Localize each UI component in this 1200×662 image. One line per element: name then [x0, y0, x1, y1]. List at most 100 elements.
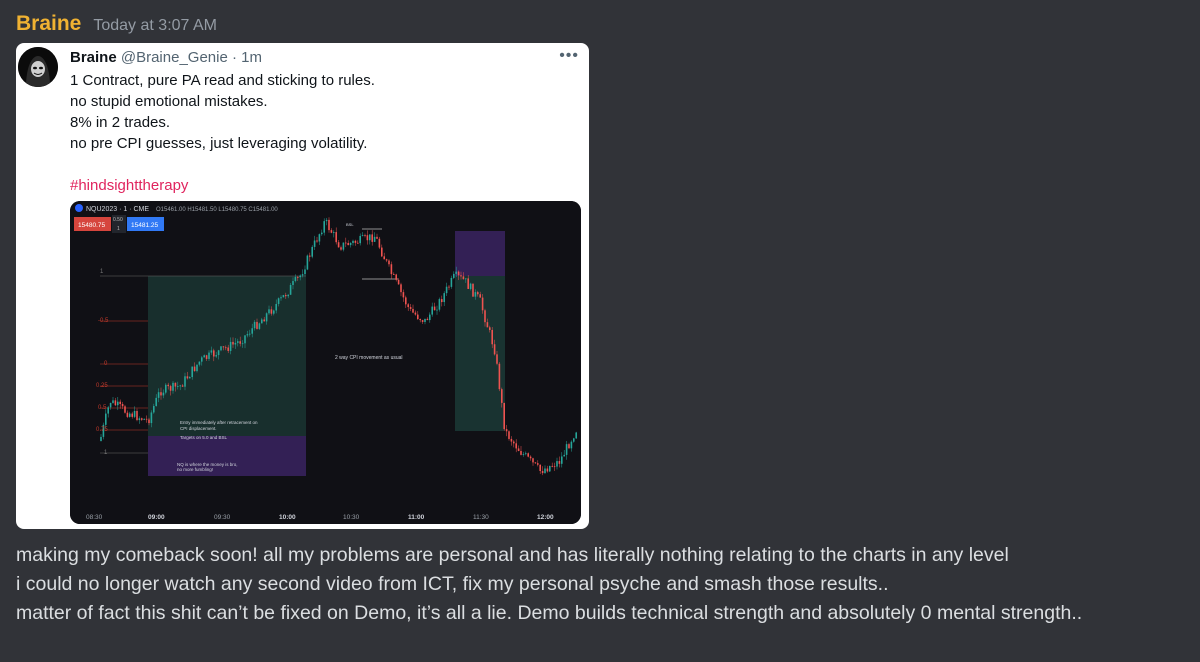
candle-body	[220, 346, 222, 351]
candle-body	[321, 232, 323, 235]
buy-price: 15481.25	[131, 222, 158, 229]
short-stop-zone	[455, 231, 505, 276]
candle-body	[575, 432, 577, 439]
candle-body	[352, 240, 354, 243]
candle-body	[496, 354, 498, 364]
candle-body	[162, 392, 165, 396]
tweet-time[interactable]: 1m	[241, 49, 262, 66]
candle-body	[484, 310, 486, 323]
avatar[interactable]	[18, 47, 58, 87]
candle-body	[448, 286, 450, 288]
candle-body	[177, 386, 179, 387]
candle-body	[237, 341, 239, 343]
candle-body	[107, 407, 109, 414]
candle-body	[205, 355, 208, 359]
candle-body	[354, 240, 357, 243]
candle-body	[412, 308, 414, 313]
candle-body	[184, 376, 186, 387]
candle-body	[400, 284, 402, 293]
candle-body	[361, 235, 364, 236]
candle-body	[232, 341, 234, 345]
candle-body	[121, 404, 124, 407]
time-label: 09:30	[214, 514, 231, 521]
tweet-author-name[interactable]: Braine	[70, 49, 117, 66]
time-label: 11:00	[408, 514, 425, 521]
candle-body	[174, 382, 177, 387]
annotation-cpi: 2 way CPI movement as usual	[335, 355, 403, 361]
candle-body	[131, 413, 133, 417]
candle-body	[292, 281, 294, 285]
candle-body	[544, 468, 546, 474]
candle-body	[527, 453, 529, 457]
candle-body	[373, 236, 376, 242]
time-label: 11:30	[473, 514, 489, 521]
candle-body	[517, 448, 520, 451]
candle-body	[457, 271, 460, 276]
candle-body	[513, 441, 515, 444]
candle-body	[532, 458, 534, 463]
candle-body	[455, 271, 457, 274]
candle-body	[282, 295, 285, 298]
candle-body	[244, 335, 246, 344]
annotation-top: BSL	[346, 222, 354, 227]
candle-body	[215, 355, 217, 357]
candle-body	[258, 323, 261, 329]
candle-body	[481, 297, 484, 311]
tweet-line: no pre CPI guesses, just leveraging vola…	[70, 135, 368, 152]
chart-ohlc: O15461.00 H15481.50 L15480.75 C15481.00	[156, 207, 278, 213]
candle-body	[491, 329, 493, 345]
qty-value: 1	[117, 226, 120, 232]
candle-body	[395, 274, 397, 280]
tweet-handle[interactable]: @Braine_Genie	[121, 49, 228, 66]
candle-body	[208, 352, 210, 359]
annotation-nq: no more fumbling!	[177, 467, 213, 472]
candle-body	[256, 321, 258, 329]
candle-body	[165, 384, 167, 393]
candle-body	[515, 443, 517, 449]
candle-body	[160, 392, 162, 396]
candle-body	[431, 306, 433, 315]
tweet-chart-image[interactable]: NQU2023 · 1 · CME O15461.00 H15481.50 L1…	[70, 201, 581, 524]
message-header: Braine Today at 3:07 AM	[16, 12, 217, 36]
candle-body	[251, 328, 253, 334]
candle-body	[477, 292, 479, 295]
candle-body	[381, 247, 383, 257]
hashtag-link[interactable]: #hindsighttherapy	[70, 175, 570, 196]
candle-body	[275, 303, 277, 311]
tweet-embed[interactable]: Braine @Braine_Genie · 1m ••• 1 Contract…	[16, 43, 589, 529]
symbol-logo-icon	[75, 204, 83, 212]
candle-body	[337, 242, 340, 248]
candle-body	[239, 341, 241, 344]
candle-body	[150, 412, 153, 424]
candle-body	[136, 410, 138, 421]
author-name[interactable]: Braine	[16, 12, 81, 36]
hooded-figure-icon	[18, 47, 58, 87]
candle-body	[287, 294, 289, 297]
candle-body	[261, 319, 263, 324]
candle-body	[568, 444, 570, 449]
candle-body	[316, 240, 318, 242]
time-label: 08:30	[86, 514, 103, 521]
candle-body	[508, 431, 510, 439]
candle-body	[541, 471, 544, 474]
candle-body	[570, 441, 573, 449]
time-label: 12:00	[537, 514, 554, 521]
candle-body	[196, 364, 198, 372]
candle-body	[333, 232, 335, 233]
candle-body	[573, 438, 575, 442]
candle-body	[366, 235, 369, 241]
message-line: making my comeback soon! all my problems…	[16, 544, 1009, 566]
candle-body	[441, 299, 443, 303]
candle-body	[409, 307, 412, 309]
candle-body	[186, 376, 189, 379]
candle-body	[522, 454, 525, 455]
candle-body	[460, 275, 462, 277]
long-position-zone	[148, 276, 306, 436]
candle-body	[169, 386, 172, 391]
candle-body	[453, 273, 455, 278]
candle-body	[234, 342, 237, 345]
candle-body	[112, 400, 114, 403]
time-label: 10:00	[279, 514, 296, 521]
tweet-line: no stupid emotional mistakes.	[70, 93, 268, 110]
ellipsis-icon[interactable]: •••	[559, 47, 579, 65]
